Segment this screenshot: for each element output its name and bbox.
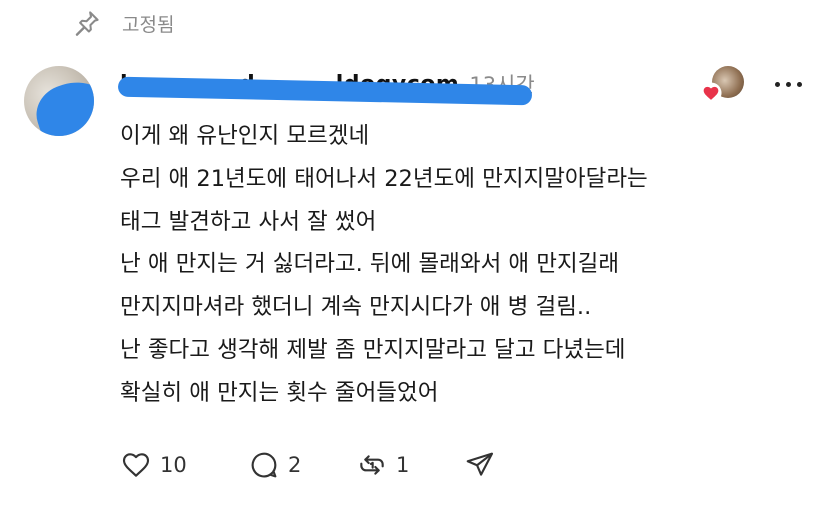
post-text-line: 확실히 애 만지는 횟수 줄어들었어 [120,379,439,406]
post-actions: 10 2 1 [120,445,496,485]
post-text-line: 만지지마셔라 했더니 계속 만지시다가 애 병 걸림.. [120,294,592,321]
more-dot-icon [785,81,791,87]
repost-icon [360,455,384,475]
repost-count: 1 [396,453,410,477]
avatar-redaction [29,71,94,136]
post-text-line: 이게 왜 유난인지 모르겠네 [120,123,370,149]
post-body: 이게 왜 유난인지 모르겠네 우리 애 21년도에 태어나서 22년도에 만지지… [120,115,820,415]
author-avatar[interactable] [24,66,94,136]
post-text-line: 태그 발견하고 사서 잘 썼어 [120,208,377,235]
like-button[interactable]: 10 [120,449,248,481]
more-dot-icon [796,81,802,87]
pinned-indicator: 고정됨 [72,6,174,40]
more-options-button[interactable] [768,70,808,98]
post-header: lo___y____d_______ldogycom 13시간 [117,66,535,105]
heart-icon [122,453,150,477]
comment-count: 2 [288,453,302,477]
post-text-line: 우리 애 21년도에 태어나서 22년도에 만지지말아달라는 [120,165,648,192]
author-liked-badge [700,66,746,104]
pinned-label: 고정됨 [122,13,175,36]
share-button[interactable] [464,449,496,481]
send-icon [466,452,494,476]
pin-icon [72,8,102,38]
comment-bubble-icon [251,452,277,478]
post-text-line: 난 좋다고 생각해 제발 좀 만지지말라고 달고 다녔는데 [120,336,626,363]
repost-button[interactable]: 1 [356,449,464,481]
more-dot-icon [774,81,780,87]
heart-icon [700,82,722,104]
like-count: 10 [160,453,187,477]
comment-button[interactable]: 2 [248,449,356,481]
author-username[interactable]: lo___y____d_______ldogycom [117,72,533,105]
post-text-line: 난 애 만지는 거 싫더라고. 뒤에 몰래와서 애 만지길래 [120,251,620,278]
